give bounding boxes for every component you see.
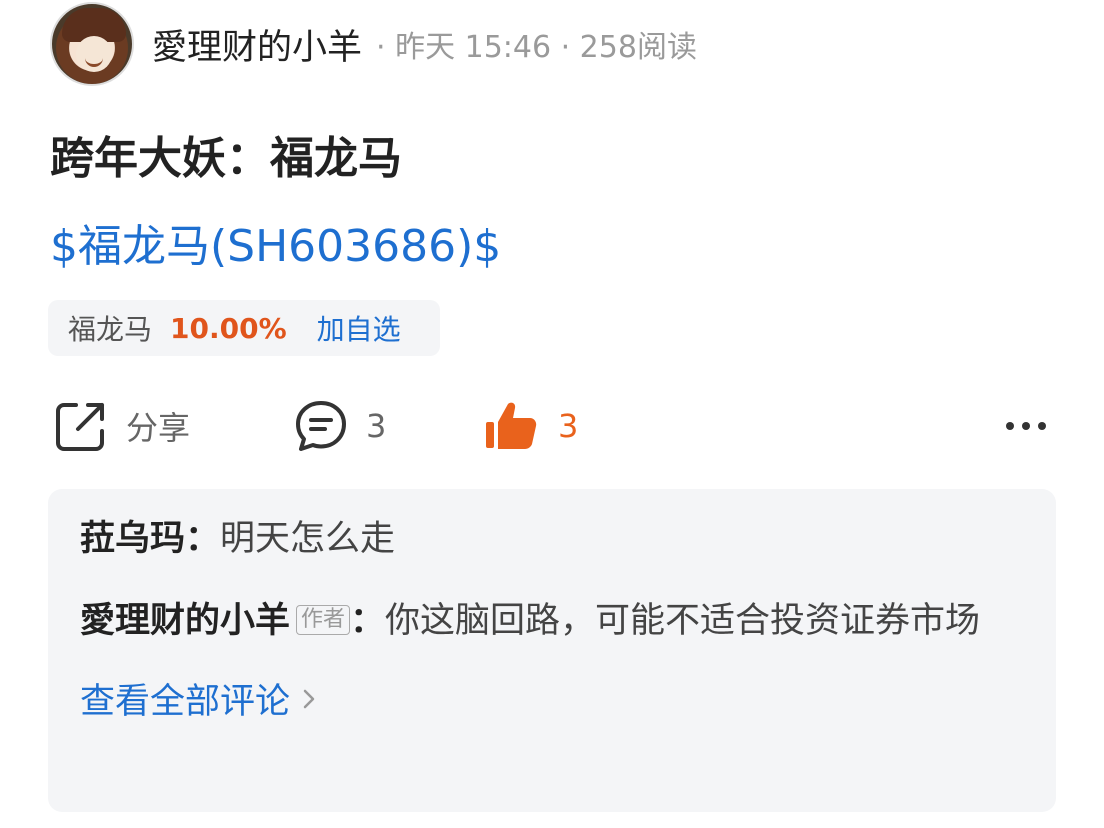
comment-author[interactable]: 愛理财的小羊 xyxy=(80,601,290,641)
comment-separator: ： xyxy=(350,601,386,641)
add-watchlist-button[interactable]: 加自选 xyxy=(317,308,401,348)
comment-separator: ： xyxy=(185,519,221,559)
comment-item[interactable]: 愛理财的小羊 作者 ：你这脑回路，可能不适合投资证券市场 xyxy=(80,591,1024,651)
view-all-comments-link[interactable]: 查看全部评论 xyxy=(80,673,1024,724)
author-name[interactable]: 愛理财的小羊 xyxy=(152,19,362,70)
author-avatar[interactable] xyxy=(50,2,134,86)
stock-chip-name: 福龙马 xyxy=(68,313,153,346)
share-icon xyxy=(56,403,104,451)
comment-count: 3 xyxy=(366,407,387,445)
action-bar: 分享 3 3 xyxy=(50,394,1054,458)
post-title: 跨年大妖：福龙马 xyxy=(50,133,402,184)
share-button[interactable]: 分享 xyxy=(54,394,190,458)
comment-author[interactable]: 菈乌玛 xyxy=(80,519,185,559)
share-label: 分享 xyxy=(126,409,191,447)
author-badge: 作者 xyxy=(296,605,351,635)
stock-chip[interactable]: 福龙马 10.00% 加自选 xyxy=(48,300,440,356)
comment-text: 你这脑回路，可能不适合投资证券市场 xyxy=(385,601,981,641)
more-options-icon[interactable] xyxy=(1004,408,1048,444)
comment-preview-box: 菈乌玛：明天怎么走 愛理财的小羊 作者 ：你这脑回路，可能不适合投资证券市场 查看全… xyxy=(48,489,1056,812)
like-button[interactable]: 3 xyxy=(484,394,578,458)
comment-button[interactable]: 3 xyxy=(294,394,386,458)
comment-text: 明天怎么走 xyxy=(220,519,396,559)
like-count: 3 xyxy=(558,407,579,445)
comment-icon xyxy=(296,401,346,451)
thumbs-up-icon xyxy=(486,402,537,449)
stock-tag-link[interactable]: $福龙马(SH603686)$ xyxy=(50,210,501,274)
post-header: 愛理财的小羊 · 昨天 15:46 · 258阅读 xyxy=(50,0,1050,88)
comment-item[interactable]: 菈乌玛：明天怎么走 xyxy=(80,509,1024,569)
stock-chip-change: 10.00% xyxy=(170,311,287,345)
post-meta: · 昨天 15:46 · 258阅读 xyxy=(376,30,697,65)
view-all-label: 查看全部评论 xyxy=(80,682,291,722)
chevron-right-icon xyxy=(303,689,315,708)
